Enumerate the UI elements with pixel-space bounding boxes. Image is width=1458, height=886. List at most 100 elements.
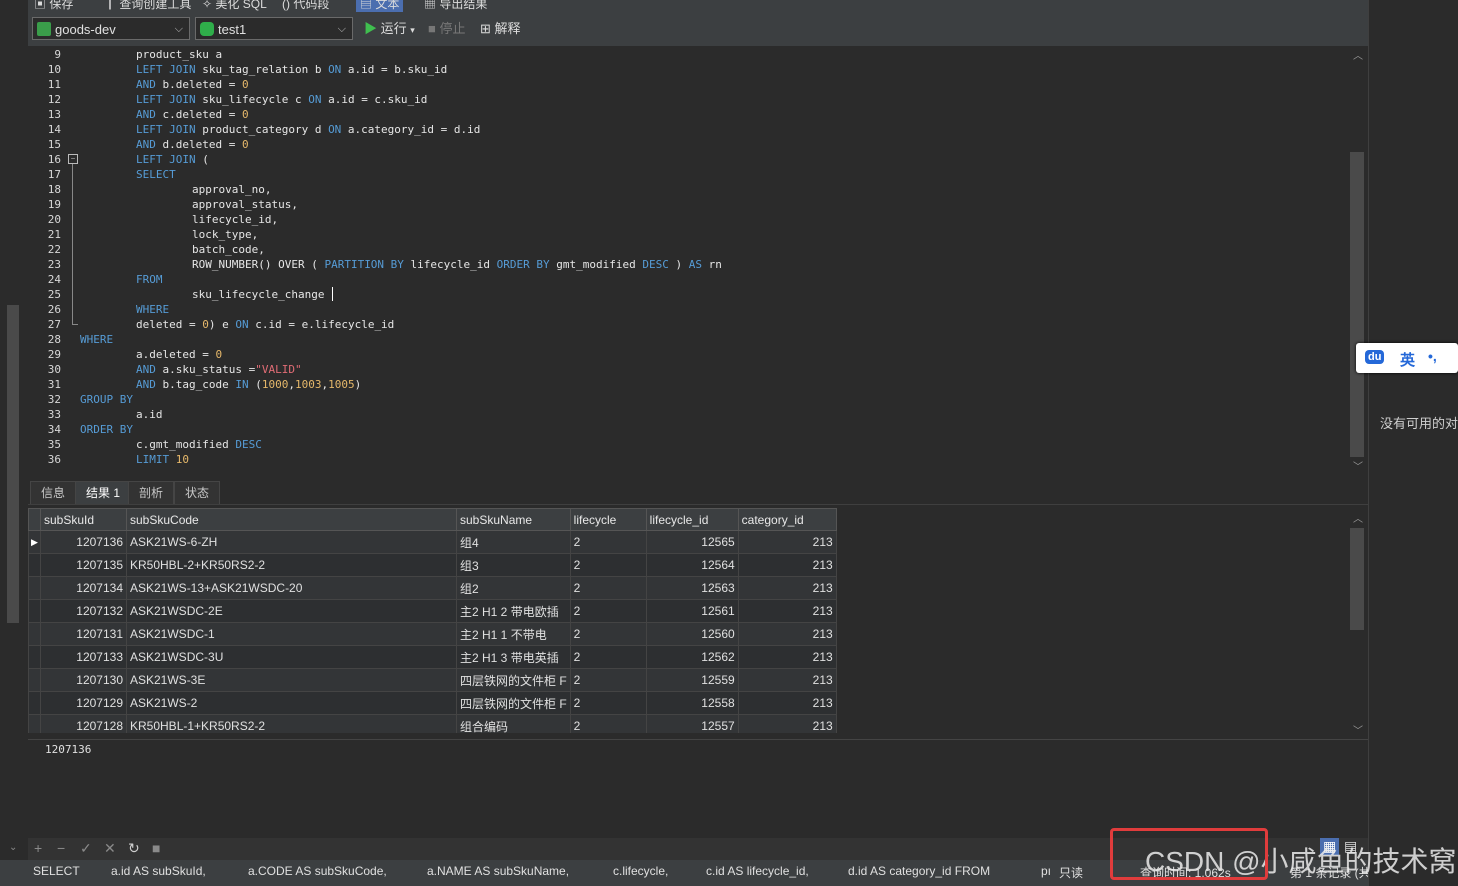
discard-changes-icon[interactable]: ✕: [104, 840, 116, 857]
column-header[interactable]: lifecycle: [569, 508, 647, 531]
table-cell[interactable]: 1207134: [40, 576, 127, 600]
run-button[interactable]: ▶ 运行 ▾: [364, 20, 415, 39]
table-cell[interactable]: 12561: [645, 599, 739, 623]
run-dropdown-icon[interactable]: ▾: [410, 25, 415, 35]
add-record-icon[interactable]: +: [34, 840, 42, 856]
table-cell[interactable]: 12565: [645, 530, 739, 554]
delete-record-icon[interactable]: −: [57, 840, 65, 856]
table-row[interactable]: ▶ 1207136 ASK21WS-6-ZH 组4 2 12565 213: [28, 530, 837, 554]
table-cell[interactable]: 2: [569, 553, 647, 577]
left-scroll-down-icon[interactable]: ⌄: [9, 842, 17, 853]
column-header[interactable]: category_id: [737, 508, 837, 531]
table-row[interactable]: 1207128 KR50HBL-1+KR50RS2-2 组合编码 2 12557 213: [28, 714, 837, 733]
row-indicator[interactable]: [28, 622, 41, 646]
explain-button[interactable]: ⊞ 解释: [480, 20, 521, 38]
table-cell[interactable]: 组3: [456, 553, 571, 577]
table-cell[interactable]: KR50HBL-2+KR50RS2-2: [126, 553, 457, 577]
table-cell[interactable]: 213: [737, 668, 837, 692]
table-row[interactable]: 1207133 ASK21WSDC-3U 主2 H1 3 带电英插 2 12562 213: [28, 645, 837, 669]
table-cell[interactable]: 12558: [645, 691, 739, 715]
table-cell[interactable]: 组2: [456, 576, 571, 600]
stop-button[interactable]: ■ 停止: [428, 20, 466, 38]
table-cell[interactable]: 主2 H1 1 不带电: [456, 622, 571, 646]
table-cell[interactable]: 主2 H1 3 带电英插: [456, 645, 571, 669]
table-cell[interactable]: 12560: [645, 622, 739, 646]
beautify-sql-button[interactable]: ✧ 美化 SQL: [202, 0, 267, 12]
table-cell[interactable]: 四层铁网的文件柜 F: [456, 691, 571, 715]
fold-toggle-icon[interactable]: −: [68, 154, 78, 164]
table-cell[interactable]: 2: [569, 622, 647, 646]
column-header[interactable]: subSkuName: [456, 508, 571, 531]
table-cell[interactable]: 12564: [645, 553, 739, 577]
column-header[interactable]: lifecycle_id: [645, 508, 739, 531]
code-snippet-button[interactable]: () 代码段: [282, 0, 329, 12]
table-cell[interactable]: 1207133: [40, 645, 127, 669]
tab-status[interactable]: 状态: [174, 481, 221, 504]
ime-toolbar[interactable]: du 英 •,: [1356, 343, 1458, 373]
ime-punct-toggle[interactable]: •,: [1428, 348, 1437, 364]
table-cell[interactable]: ASK21WSDC-3U: [126, 645, 457, 669]
left-scrollbar-thumb[interactable]: [7, 305, 19, 623]
scroll-up-icon[interactable]: ︿: [1353, 47, 1363, 62]
column-header[interactable]: subSkuId: [40, 508, 127, 531]
table-cell[interactable]: KR50HBL-1+KR50RS2-2: [126, 714, 457, 733]
table-cell[interactable]: ASK21WSDC-1: [126, 622, 457, 646]
connection-select[interactable]: goods-dev ⌵: [32, 17, 190, 40]
table-cell[interactable]: 1207136: [40, 530, 127, 554]
table-cell[interactable]: 12557: [645, 714, 739, 733]
table-row[interactable]: 1207135 KR50HBL-2+KR50RS2-2 组3 2 12564 213: [28, 553, 837, 577]
table-cell[interactable]: 2: [569, 530, 647, 554]
table-cell[interactable]: 213: [737, 622, 837, 646]
tab-profile[interactable]: 剖析: [128, 481, 175, 504]
tab-info[interactable]: 信息: [30, 481, 77, 504]
table-row[interactable]: 1207134 ASK21WS-13+ASK21WSDC-20 组2 2 12563 21…: [28, 576, 837, 600]
table-cell[interactable]: 12563: [645, 576, 739, 600]
editor-scrollbar-thumb[interactable]: [1350, 152, 1364, 457]
table-cell[interactable]: ASK21WS-6-ZH: [126, 530, 457, 554]
table-cell[interactable]: ASK21WS-13+ASK21WSDC-20: [126, 576, 457, 600]
table-cell[interactable]: 213: [737, 714, 837, 733]
table-cell[interactable]: 主2 H1 2 带电欧插: [456, 599, 571, 623]
table-row[interactable]: 1207132 ASK21WSDC-2E 主2 H1 2 带电欧插 2 12561 213: [28, 599, 837, 623]
result-grid[interactable]: subSkuId subSkuCode subSkuName lifecycle…: [28, 508, 1348, 733]
database-select[interactable]: test1 ⌵: [195, 17, 353, 40]
refresh-icon[interactable]: ↻: [128, 840, 140, 857]
table-cell[interactable]: 组合编码: [456, 714, 571, 733]
table-cell[interactable]: 213: [737, 645, 837, 669]
row-indicator[interactable]: [28, 714, 41, 733]
current-row-indicator-icon[interactable]: ▶: [28, 530, 41, 554]
table-cell[interactable]: 12562: [645, 645, 739, 669]
tab-result-1[interactable]: 结果 1: [75, 481, 132, 504]
save-button[interactable]: ▣ 保存: [34, 0, 73, 12]
sql-editor[interactable]: 9 product_sku a 10 LEFT JOIN sku_tag_relati…: [28, 46, 1348, 476]
table-cell[interactable]: 2: [569, 714, 647, 733]
row-indicator[interactable]: [28, 691, 41, 715]
scroll-up-icon[interactable]: ︿: [1353, 510, 1363, 525]
export-result-button[interactable]: ▦ 导出结果: [424, 0, 487, 12]
ime-logo-icon[interactable]: du: [1365, 350, 1385, 364]
table-cell[interactable]: 1207128: [40, 714, 127, 733]
table-cell[interactable]: 1207135: [40, 553, 127, 577]
table-row[interactable]: 1207131 ASK21WSDC-1 主2 H1 1 不带电 2 12560 213: [28, 622, 837, 646]
table-cell[interactable]: 组4: [456, 530, 571, 554]
scroll-down-icon[interactable]: ﹀: [1353, 722, 1363, 737]
row-indicator[interactable]: [28, 576, 41, 600]
table-cell[interactable]: 213: [737, 553, 837, 577]
row-indicator[interactable]: [28, 599, 41, 623]
table-cell[interactable]: 2: [569, 576, 647, 600]
table-cell[interactable]: 2: [569, 599, 647, 623]
grid-scrollbar-thumb[interactable]: [1350, 528, 1364, 630]
row-indicator[interactable]: [28, 645, 41, 669]
table-cell[interactable]: ASK21WS-2: [126, 691, 457, 715]
table-cell[interactable]: 213: [737, 691, 837, 715]
table-cell[interactable]: 2: [569, 668, 647, 692]
table-cell[interactable]: 213: [737, 599, 837, 623]
table-cell[interactable]: 2: [569, 691, 647, 715]
text-mode-button[interactable]: ▤ 文本: [356, 0, 404, 12]
table-cell[interactable]: 1207130: [40, 668, 127, 692]
table-cell[interactable]: 1207132: [40, 599, 127, 623]
column-header[interactable]: subSkuCode: [126, 508, 457, 531]
table-cell[interactable]: 213: [737, 530, 837, 554]
table-cell[interactable]: ASK21WSDC-2E: [126, 599, 457, 623]
table-cell[interactable]: 213: [737, 576, 837, 600]
